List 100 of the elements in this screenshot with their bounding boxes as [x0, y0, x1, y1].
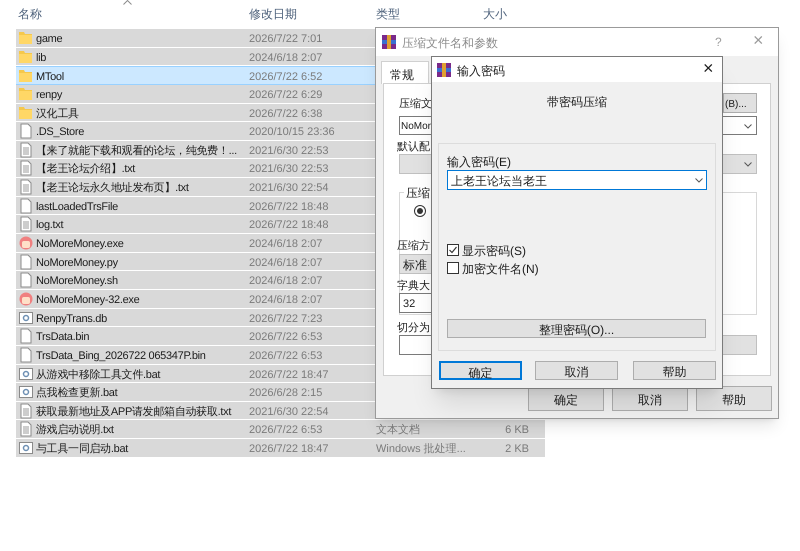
dialog-button[interactable]: 取消	[535, 361, 618, 380]
folder-icon	[18, 48, 34, 65]
field-label: 默认配	[397, 140, 430, 155]
modified-date: 2026/7/22 6:38	[249, 106, 322, 122]
file-type: Windows 批处理...	[376, 442, 466, 458]
gear-window-icon	[18, 366, 34, 382]
modified-date: 2026/7/22 6:53	[249, 330, 322, 346]
file-icon	[18, 328, 34, 344]
column-header[interactable]: 类型	[376, 0, 476, 22]
dialog-heading: 带密码压缩	[546, 94, 608, 111]
modified-date: 2024/6/18 2:07	[249, 256, 322, 271]
modified-date: 2026/7/22 18:48	[249, 200, 329, 215]
file-size: 2 KB	[505, 442, 529, 458]
file-icon	[18, 123, 34, 140]
archiver-logo-icon	[382, 35, 396, 49]
file-name: 点我检查更新.bat	[36, 386, 118, 402]
modified-date: 2026/7/22 6:29	[249, 88, 322, 103]
modified-date: 2026/7/22 18:47	[249, 368, 329, 383]
radio-button[interactable]	[414, 205, 426, 217]
dialog-button[interactable]: 确定	[439, 361, 522, 380]
file-name: 从游戏中移除工具文件.bat	[36, 368, 160, 383]
modified-date: 2024/6/18 2:07	[249, 274, 322, 290]
modified-date: 2024/6/18 2:07	[249, 50, 322, 66]
file-icon	[18, 198, 34, 214]
file-name: 获取最新地址及APP请发邮箱自动获取.txt	[36, 404, 232, 420]
text-file-icon	[18, 142, 34, 158]
text-file-icon	[18, 179, 34, 196]
file-name: 游戏启动说明.txt	[36, 422, 114, 438]
modified-date: 2026/7/22 6:53	[249, 348, 322, 364]
column-header[interactable]: 名称	[18, 0, 238, 22]
folder-icon	[18, 68, 34, 84]
dialog-button[interactable]: 帮助	[633, 361, 716, 380]
column-header[interactable]: 修改日期	[249, 0, 369, 22]
file-name: 与工具一同启动.bat	[36, 442, 128, 458]
modified-date: 2026/7/22 7:01	[249, 32, 322, 47]
modified-date: 2021/6/30 22:54	[249, 404, 329, 420]
file-name: 【来了就能下载和观看的论坛，纯免费！...	[36, 144, 237, 159]
gear-window-icon	[18, 310, 34, 326]
chevron-icon	[744, 162, 752, 167]
modified-date: 2024/6/18 2:07	[249, 292, 322, 308]
file-size: 6 KB	[505, 423, 529, 438]
file-name: RenpyTrans.db	[36, 312, 107, 327]
organize-passwords-button[interactable]: 整理密码(O)...	[447, 319, 706, 338]
modified-date: 2020/10/15 23:36	[249, 125, 335, 140]
dialog-button[interactable]: 帮助	[696, 386, 772, 411]
close-button[interactable]: ×	[703, 57, 714, 79]
file-row[interactable]: 与工具一同启动.bat 2026/7/22 18:47 Windows 批处理... 2 KB	[16, 439, 545, 458]
modified-date: 2026/7/22 6:52	[249, 70, 322, 86]
password-field[interactable]: 上老王论坛当老王	[447, 170, 707, 190]
app-icon	[18, 290, 34, 307]
text-file-icon	[18, 160, 34, 176]
file-icon	[18, 346, 34, 363]
gear-window-icon	[18, 440, 34, 456]
file-name: log.txt	[36, 218, 64, 234]
file-icon	[18, 272, 34, 288]
file-name: .DS_Store	[36, 125, 84, 140]
sort-caret-icon	[123, 0, 132, 5]
file-name: 【老王论坛介绍】.txt	[36, 162, 136, 178]
modified-date: 2021/6/30 22:53	[249, 162, 329, 178]
file-name: NoMoreMoney.sh	[36, 274, 118, 290]
folder-icon	[18, 30, 34, 46]
app-icon	[18, 235, 34, 252]
column-header[interactable]: 大小	[483, 0, 543, 22]
file-name: NoMoreMoney.py	[36, 256, 118, 271]
modified-date: 2024/6/18 2:07	[249, 237, 322, 252]
archiver-logo-icon	[437, 63, 451, 77]
file-name: TrsData_Bing_2026722 065347P.bin	[36, 348, 206, 364]
field-label: 压缩方	[397, 238, 430, 254]
file-name: MTool	[36, 70, 64, 86]
file-name: NoMoreMoney.exe	[36, 237, 124, 252]
file-name: renpy	[36, 88, 62, 103]
chevron-icon	[744, 124, 752, 129]
file-name: 汉化工具	[36, 106, 79, 122]
folder-icon	[18, 104, 34, 121]
file-icon	[18, 254, 34, 270]
modified-date: 2021/6/30 22:54	[249, 181, 329, 196]
file-name: 【老王论坛永久地址发布页】.txt	[36, 180, 189, 196]
browse-button[interactable]: (B)...	[723, 93, 757, 113]
modified-date: 2021/6/30 22:53	[249, 144, 329, 159]
checkbox[interactable]	[447, 262, 459, 274]
gear-window-icon	[18, 384, 34, 400]
file-type: 文本文档	[376, 422, 420, 438]
file-name: lastLoadedTrsFile	[36, 200, 118, 215]
file-name: lib	[36, 50, 46, 66]
folder-icon	[18, 86, 34, 102]
file-name: NoMoreMoney-32.exe	[36, 292, 140, 308]
modified-date: 2026/7/22 7:23	[249, 312, 322, 327]
file-name: game	[36, 32, 62, 47]
modified-date: 2026/7/22 18:48	[249, 218, 329, 234]
text-file-icon	[18, 421, 34, 438]
file-name: TrsData.bin	[36, 330, 90, 346]
chevron-icon	[695, 178, 703, 183]
modified-date: 2026/7/22 6:53	[249, 423, 322, 438]
checkbox[interactable]	[447, 244, 459, 256]
modified-date: 2026/6/28 2:15	[249, 386, 322, 402]
tab[interactable]: 常规	[381, 61, 429, 84]
text-file-icon	[18, 216, 34, 232]
file-row[interactable]: 游戏启动说明.txt 2026/7/22 6:53 文本文档 6 KB	[16, 420, 545, 440]
text-file-icon	[18, 402, 34, 419]
modified-date: 2026/7/22 18:47	[249, 442, 329, 458]
